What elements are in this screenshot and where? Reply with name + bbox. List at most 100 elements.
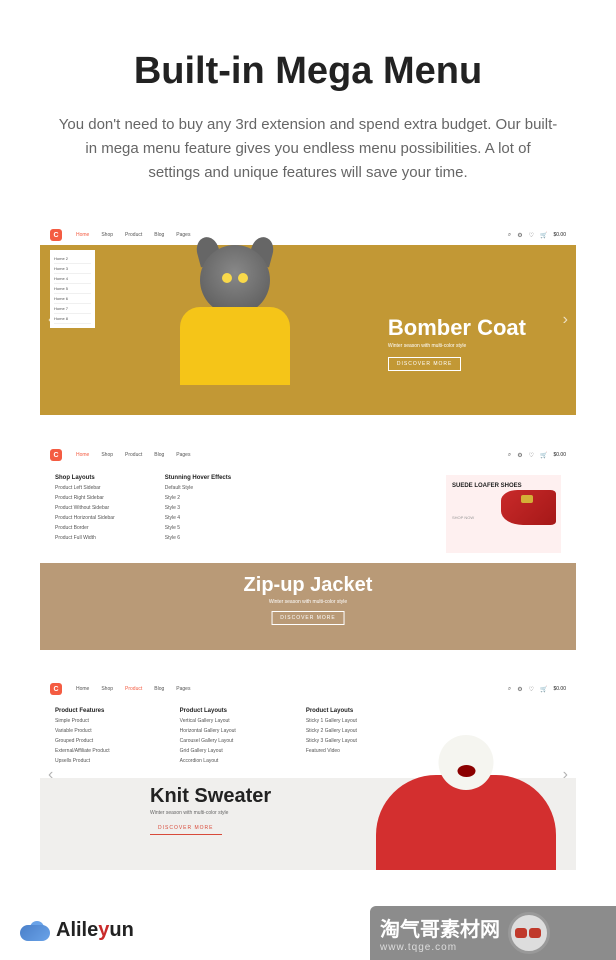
nav-blog[interactable]: Blog: [154, 452, 164, 458]
mega-col-product-layouts-1: Product Layouts Vertical Gallery Layout …: [180, 708, 236, 768]
nav-blog[interactable]: Blog: [154, 686, 164, 692]
menu-link[interactable]: Variable Product: [55, 728, 110, 734]
menu-link[interactable]: Accordion Layout: [180, 758, 236, 764]
menu-link[interactable]: Product Border: [55, 525, 115, 531]
menu-link[interactable]: Featured Video: [306, 748, 357, 754]
mega-col-product-features: Product Features Simple Product Variable…: [55, 708, 110, 768]
col-title: Product Features: [55, 708, 110, 714]
heart-icon[interactable]: ♡: [529, 232, 534, 239]
hero-title: Bomber Coat: [388, 315, 526, 341]
nav-links: Home Shop Product Blog Pages: [76, 452, 190, 458]
logo-icon[interactable]: C: [50, 229, 62, 241]
cart-icon[interactable]: 🛒: [540, 452, 547, 459]
logo-icon[interactable]: C: [50, 449, 62, 461]
gear-icon[interactable]: ⚙: [517, 686, 522, 693]
demo-knit-sweater: C Home Shop Product Blog Pages ⌕ ⚙ ♡ 🛒 $…: [40, 680, 576, 870]
hero-subtitle: Winter season with multi-color style: [244, 599, 373, 605]
nav-links: Home Shop Product Blog Pages: [76, 686, 190, 692]
page-title: Built-in Mega Menu: [0, 50, 616, 93]
carousel-prev-icon[interactable]: ‹: [48, 766, 53, 784]
nav-product[interactable]: Product: [125, 686, 142, 692]
nav-pages[interactable]: Pages: [176, 452, 190, 458]
promo-card[interactable]: SUEDE LOAFER SHOES SHOP NOW: [446, 475, 561, 553]
nav-home[interactable]: Home: [76, 232, 89, 238]
menu-link[interactable]: Product Full Width: [55, 535, 115, 541]
nav-pages[interactable]: Pages: [176, 232, 190, 238]
cart-price: $0.00: [553, 232, 566, 238]
nav-home[interactable]: Home: [76, 452, 89, 458]
nav-pages[interactable]: Pages: [176, 686, 190, 692]
dropdown-item[interactable]: Home 3: [54, 264, 91, 274]
hero-title: Zip-up Jacket: [244, 574, 373, 597]
nav-shop[interactable]: Shop: [101, 232, 113, 238]
mega-col-hover-effects: Stunning Hover Effects Default Style Sty…: [165, 475, 231, 553]
cart-icon[interactable]: 🛒: [540, 232, 547, 239]
menu-link[interactable]: Vertical Gallery Layout: [180, 718, 236, 724]
home-dropdown[interactable]: Home 2 Home 3 Home 4 Home 5 Home 6 Home …: [50, 250, 95, 328]
menu-link[interactable]: Sticky 2 Gallery Layout: [306, 728, 357, 734]
nav-product[interactable]: Product: [125, 452, 142, 458]
dropdown-item[interactable]: Home 6: [54, 294, 91, 304]
nav-product[interactable]: Product: [125, 232, 142, 238]
nav-links: Home Shop Product Blog Pages: [76, 232, 190, 238]
menu-link[interactable]: Grouped Product: [55, 738, 110, 744]
col-title: Product Layouts: [180, 708, 236, 714]
carousel-prev-icon[interactable]: ‹: [48, 539, 53, 557]
hero-subtitle: Winter season with multi-color style: [150, 810, 271, 816]
dropdown-item[interactable]: Home 7: [54, 304, 91, 314]
menu-link[interactable]: Sticky 3 Gallery Layout: [306, 738, 357, 744]
carousel-prev-icon[interactable]: ‹: [48, 311, 53, 329]
mega-menu: Shop Layouts Product Left Sidebar Produc…: [40, 465, 576, 563]
nav-blog[interactable]: Blog: [154, 232, 164, 238]
menu-link[interactable]: Product Horizontal Sidebar: [55, 515, 115, 521]
promo-button[interactable]: SHOP NOW: [452, 515, 474, 520]
discover-button[interactable]: DISCOVER MORE: [150, 822, 222, 835]
menu-link[interactable]: Style 3: [165, 505, 231, 511]
carousel-next-icon[interactable]: ›: [563, 539, 568, 557]
watermark-url: www.tqge.com: [380, 942, 500, 953]
menu-link[interactable]: Style 6: [165, 535, 231, 541]
menu-link[interactable]: Simple Product: [55, 718, 110, 724]
menu-link[interactable]: Carousel Gallery Layout: [180, 738, 236, 744]
demo-topbar: C Home Shop Product Blog Pages ⌕ ⚙ ♡ 🛒 $…: [40, 225, 576, 245]
discover-button[interactable]: DISCOVER MORE: [388, 357, 462, 371]
menu-link[interactable]: Style 2: [165, 495, 231, 501]
menu-link[interactable]: Product Left Sidebar: [55, 485, 115, 491]
nav-shop[interactable]: Shop: [101, 686, 113, 692]
menu-link[interactable]: Default Style: [165, 485, 231, 491]
nav-home[interactable]: Home: [76, 686, 89, 692]
logo-icon[interactable]: C: [50, 683, 62, 695]
heart-icon[interactable]: ♡: [529, 452, 534, 459]
menu-link[interactable]: Product Right Sidebar: [55, 495, 115, 501]
nav-shop[interactable]: Shop: [101, 452, 113, 458]
menu-link[interactable]: Style 5: [165, 525, 231, 531]
gear-icon[interactable]: ⚙: [517, 452, 522, 459]
search-icon[interactable]: ⌕: [508, 232, 511, 239]
mega-col-shop-layouts: Shop Layouts Product Left Sidebar Produc…: [55, 475, 115, 553]
col-title: Shop Layouts: [55, 475, 115, 481]
hero-subtitle: Winter season with multi-color style: [388, 343, 526, 349]
watermark: 淘气哥素材网 www.tqge.com: [370, 906, 616, 960]
search-icon[interactable]: ⌕: [508, 452, 511, 459]
dropdown-item[interactable]: Home 5: [54, 284, 91, 294]
dropdown-item[interactable]: Home 2: [54, 254, 91, 264]
carousel-next-icon[interactable]: ›: [563, 311, 568, 329]
col-title: Product Layouts: [306, 708, 357, 714]
menu-link[interactable]: Style 4: [165, 515, 231, 521]
menu-link[interactable]: Sticky 1 Gallery Layout: [306, 718, 357, 724]
dropdown-item[interactable]: Home 8: [54, 314, 91, 324]
menu-link[interactable]: Upsells Product: [55, 758, 110, 764]
menu-link[interactable]: External/Affiliate Product: [55, 748, 110, 754]
carousel-next-icon[interactable]: ›: [563, 766, 568, 784]
search-icon[interactable]: ⌕: [508, 686, 511, 693]
heart-icon[interactable]: ♡: [529, 686, 534, 693]
menu-link[interactable]: Horizontal Gallery Layout: [180, 728, 236, 734]
mega-menu: Product Features Simple Product Variable…: [40, 698, 576, 778]
menu-link[interactable]: Grid Gallery Layout: [180, 748, 236, 754]
discover-button[interactable]: DISCOVER MORE: [271, 611, 345, 625]
dropdown-item[interactable]: Home 4: [54, 274, 91, 284]
cart-price: $0.00: [553, 452, 566, 458]
gear-icon[interactable]: ⚙: [517, 232, 522, 239]
menu-link[interactable]: Product Without Sidebar: [55, 505, 115, 511]
cart-icon[interactable]: 🛒: [540, 686, 547, 693]
